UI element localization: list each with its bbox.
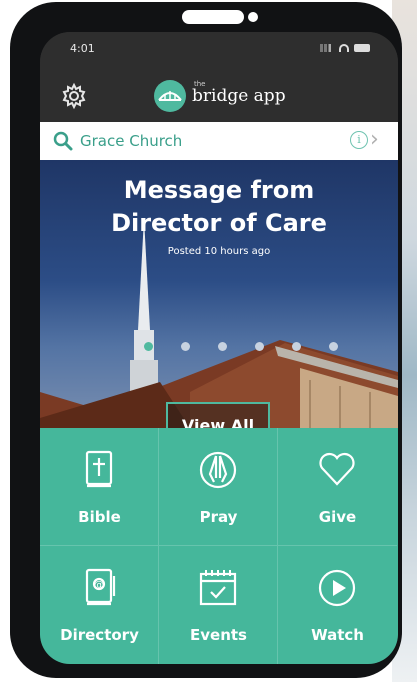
carousel-dots <box>144 342 338 351</box>
hero-timestamp: Posted 10 hours ago <box>167 246 271 257</box>
app-logo: the bridge app <box>154 80 286 112</box>
phone-frame: 4:01 the bridge app Grace Church i › Mes… <box>10 2 402 678</box>
view-all-button[interactable]: View All <box>166 402 270 428</box>
info-icon[interactable]: i <box>350 131 368 149</box>
carousel-dot[interactable] <box>181 342 190 351</box>
carousel-dot[interactable] <box>255 342 264 351</box>
grid-item-pray[interactable]: Pray <box>159 428 278 546</box>
app-screen: 4:01 the bridge app Grace Church i › Mes… <box>40 32 398 664</box>
chevron-right-icon[interactable]: › <box>370 127 379 152</box>
battery-icon <box>354 44 370 52</box>
logo-small-text: the <box>194 80 206 88</box>
bridge-logo-icon <box>154 80 186 112</box>
grid-item-watch[interactable]: Watch <box>278 546 397 664</box>
church-search-input[interactable] <box>80 128 320 154</box>
grid-item-label: Pray <box>199 508 238 526</box>
grid-item-events[interactable]: Events <box>159 546 278 664</box>
phone-camera <box>248 12 258 22</box>
carousel-dot[interactable] <box>329 342 338 351</box>
status-bar: 4:01 <box>40 32 398 72</box>
hero-title-line-1: Message from <box>123 176 315 204</box>
grid-item-directory[interactable]: @ Directory <box>40 546 159 664</box>
hero-title: Message from Director of Care <box>40 174 398 240</box>
logo-text: bridge app <box>192 86 286 106</box>
directory-icon: @ <box>79 566 119 610</box>
grid-item-label: Directory <box>60 626 139 644</box>
play-icon <box>317 566 357 610</box>
carousel-dot[interactable] <box>292 342 301 351</box>
grid-item-bible[interactable]: Bible <box>40 428 159 546</box>
svg-text:@: @ <box>94 580 104 591</box>
heart-icon <box>317 448 357 492</box>
pray-icon <box>198 448 238 492</box>
hero-carousel[interactable]: Message from Director of Care Posted 10 … <box>40 160 398 428</box>
grid-item-label: Give <box>318 508 357 526</box>
search-icon <box>52 130 74 156</box>
wifi-icon <box>339 44 349 52</box>
grid-item-label: Events <box>190 626 247 644</box>
status-time: 4:01 <box>70 42 95 55</box>
status-icons <box>320 44 370 52</box>
hero-title-line-2: Director of Care <box>111 209 327 237</box>
carousel-dot[interactable] <box>218 342 227 351</box>
calendar-icon <box>198 566 238 610</box>
grid-item-label: Bible <box>78 508 121 526</box>
settings-gear-icon[interactable] <box>60 82 88 110</box>
phone-speaker <box>182 10 244 24</box>
feature-grid: Bible Pray Give @ Directory Events Watch <box>40 428 398 664</box>
carousel-dot[interactable] <box>144 342 153 351</box>
grid-item-label: Watch <box>311 626 364 644</box>
signal-icon <box>320 44 334 52</box>
bible-icon <box>79 448 119 492</box>
grid-item-give[interactable]: Give <box>278 428 397 546</box>
church-search-bar: i › <box>40 122 398 160</box>
app-header: the bridge app <box>40 72 398 122</box>
